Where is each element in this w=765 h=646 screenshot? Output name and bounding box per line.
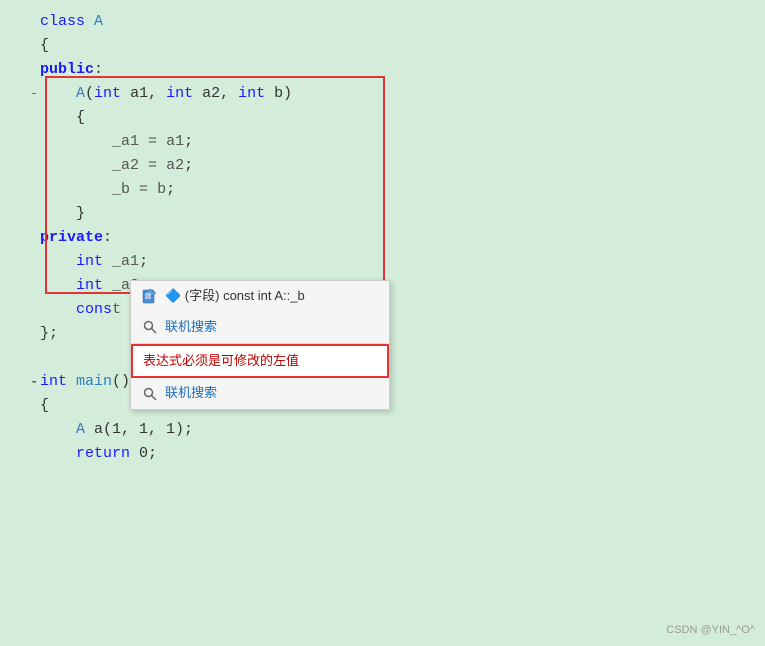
- context-menu-field-label: 🔷 (字段) const int A::_b: [165, 286, 305, 307]
- search-icon-1: [141, 318, 159, 336]
- context-menu-search2-label: 联机搜索: [165, 383, 217, 404]
- context-menu-item-error[interactable]: 表达式必须是可修改的左值: [131, 344, 389, 379]
- field-icon: [141, 287, 159, 305]
- context-menu-item-search2[interactable]: 联机搜索: [131, 378, 389, 409]
- code-line-3: public:: [10, 58, 765, 82]
- code-line-19: return 0;: [10, 442, 765, 466]
- code-line-4: - A(int a1, int a2, int b): [10, 82, 765, 106]
- context-menu-error-label: 表达式必须是可修改的左值: [143, 351, 299, 372]
- code-line-6: _a1 = a1;: [10, 130, 765, 154]
- gutter-16: -: [20, 372, 38, 393]
- context-menu[interactable]: 🔷 (字段) const int A::_b 联机搜索 表达式必须是可修改的左值: [130, 280, 390, 410]
- context-menu-item-field[interactable]: 🔷 (字段) const int A::_b: [131, 281, 389, 312]
- code-line-1: class A: [10, 10, 765, 34]
- context-menu-search1-label: 联机搜索: [165, 317, 217, 338]
- gutter-4: -: [20, 84, 38, 105]
- search-icon-2: [141, 385, 159, 403]
- code-line-10: private:: [10, 226, 765, 250]
- watermark: CSDN @YIN_^O^: [666, 624, 755, 636]
- code-line-9: }: [10, 202, 765, 226]
- code-line-2: {: [10, 34, 765, 58]
- code-editor: class A { public: - A(int a1, int a2, in…: [0, 0, 765, 476]
- code-line-7: _a2 = a2;: [10, 154, 765, 178]
- code-line-11: int _a1;: [10, 250, 765, 274]
- context-menu-item-search1[interactable]: 联机搜索: [131, 312, 389, 343]
- code-line-8: _b = b;: [10, 178, 765, 202]
- code-line-5: {: [10, 106, 765, 130]
- code-line-18: A a(1, 1, 1);: [10, 418, 765, 442]
